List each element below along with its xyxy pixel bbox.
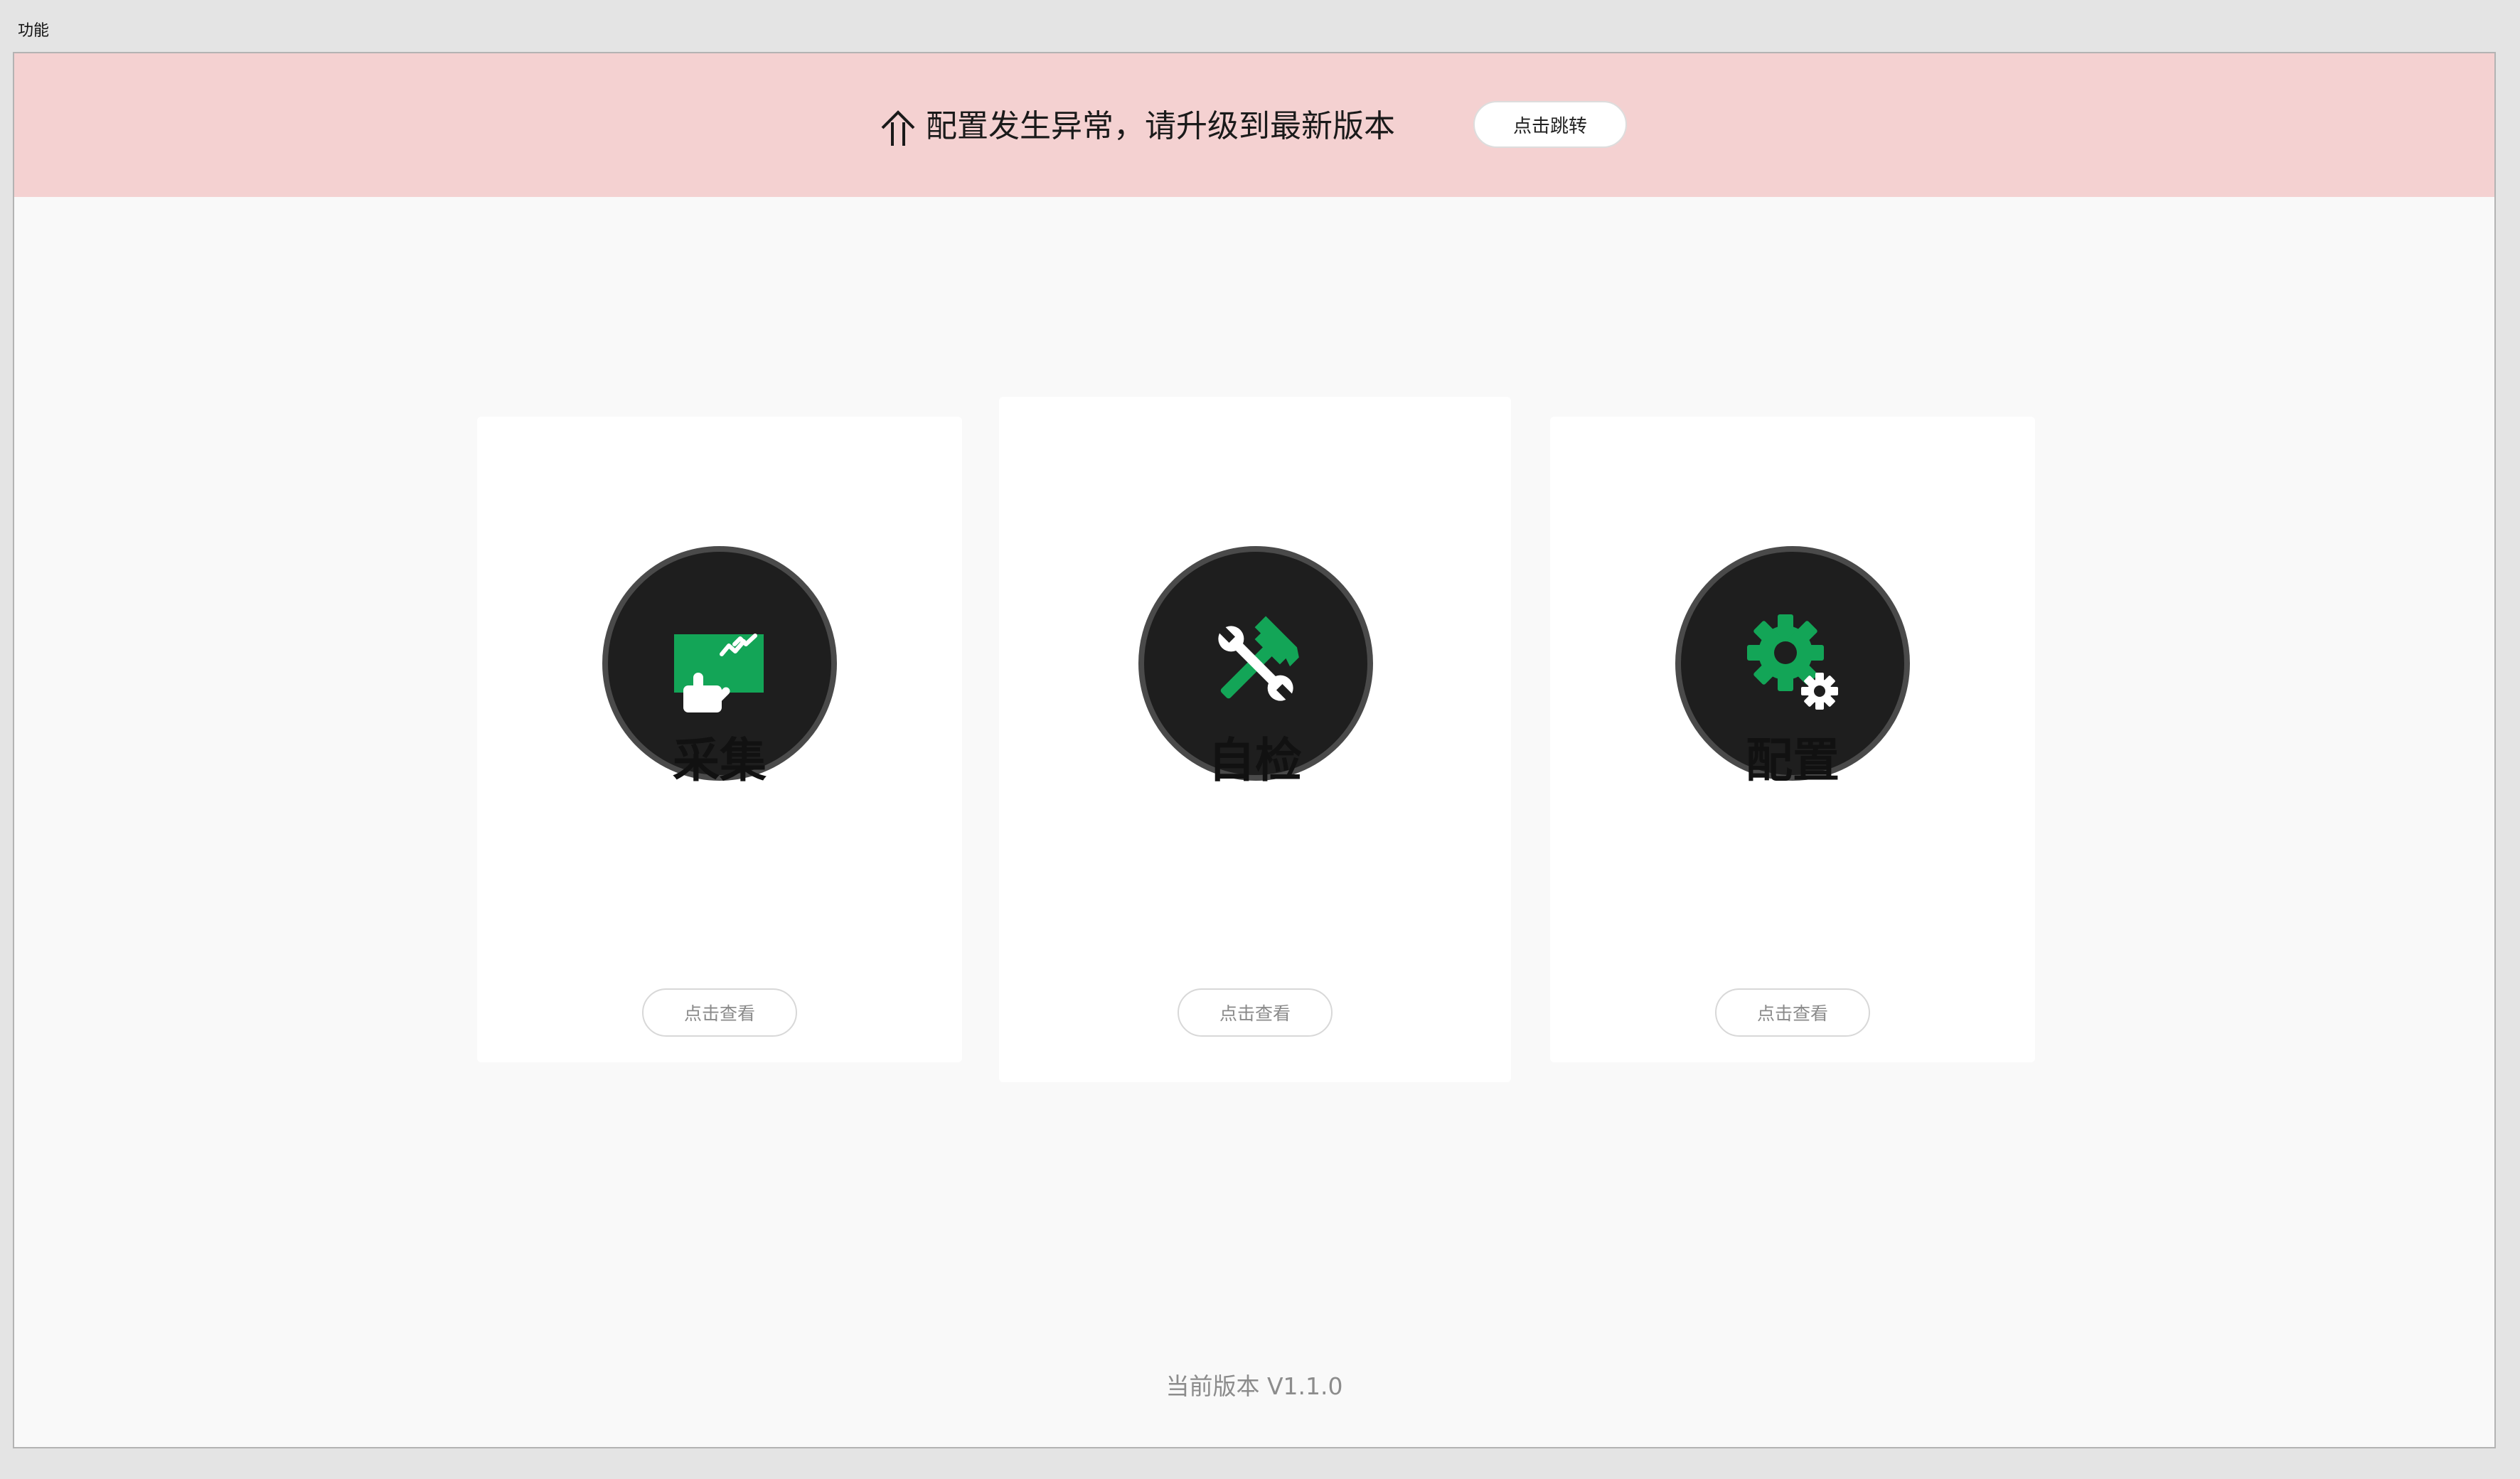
view-collect-button[interactable]: 点击查看: [642, 988, 797, 1037]
hammer-wrench-icon: [1217, 616, 1299, 703]
view-config-button[interactable]: 点击查看: [1715, 988, 1870, 1037]
card-title-collect: 采集: [673, 733, 767, 788]
version-label: 当前版本 V1.1.0: [1165, 1372, 1343, 1400]
main-window: 配置发生异常，请升级到最新版本 点击跳转 采集 点击查看 自检 点击查看 配置 …: [13, 52, 2496, 1448]
window-title: 功能: [18, 22, 50, 40]
card-config: 配置 点击查看: [1550, 417, 2035, 1062]
upgrade-banner: 配置发生异常，请升级到最新版本 点击跳转: [14, 53, 2494, 197]
card-title-config: 配置: [1746, 733, 1840, 788]
jump-button[interactable]: 点击跳转: [1473, 101, 1627, 148]
gears-icon: [1747, 614, 1838, 710]
card-title-selfcheck: 自检: [1208, 733, 1302, 788]
banner-message: 配置发生异常，请升级到最新版本: [926, 108, 1395, 144]
upgrade-arrow-icon: [881, 110, 915, 146]
card-selfcheck: 自检 点击查看: [999, 397, 1511, 1082]
card-collect: 采集 点击查看: [477, 417, 962, 1062]
touch-chart-icon: [674, 634, 764, 712]
view-selfcheck-button[interactable]: 点击查看: [1178, 988, 1333, 1037]
